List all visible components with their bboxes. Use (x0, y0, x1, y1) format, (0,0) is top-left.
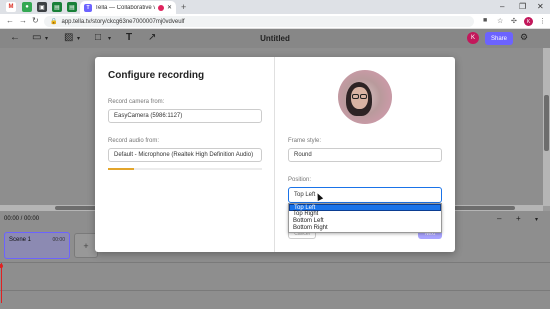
audio-select[interactable]: Default - Microphone (Realtek High Defin… (108, 148, 262, 162)
url-field[interactable]: 🔒 app.tella.tv/story/ckcg63ne7000007mj0v… (44, 16, 474, 27)
camera-extension-icon[interactable]: ■ (483, 17, 487, 24)
scene-card[interactable]: Scene 1 00:00 (4, 232, 70, 259)
frame-style-select[interactable]: Round (288, 148, 442, 162)
vertical-scroll-thumb[interactable] (544, 95, 549, 151)
star-icon[interactable]: ☆ (497, 17, 503, 25)
back-icon[interactable]: ← (6, 16, 14, 25)
user-avatar[interactable]: K (467, 32, 479, 44)
active-tab[interactable]: T Tella — Collaborative video ✕ (80, 1, 176, 14)
frame-style-label: Frame style: (288, 138, 322, 144)
position-option-top-left[interactable]: Top Left (289, 204, 441, 211)
puzzle-icon[interactable]: ✣ (511, 17, 517, 25)
app-toolbar: ← ▭ ▾ ▨ ▾ □ ▾ T ↗ Untitled K Share ⚙ (0, 29, 550, 48)
close-window-button[interactable]: ✕ (537, 2, 544, 11)
menu-icon[interactable]: ⋮ (539, 17, 546, 25)
position-option-top-right[interactable]: Top Right (289, 211, 441, 218)
url-text: app.tella.tv/story/ckcg63ne7000007mj0vdv… (61, 18, 185, 25)
bookmark-icon[interactable]: ▣ (37, 2, 47, 12)
scene-duration: 00:00 (52, 237, 65, 243)
position-dropdown-list: Top Left Top Right Bottom Left Bottom Ri… (288, 203, 442, 233)
sheets-icon-2[interactable]: ▤ (67, 2, 77, 12)
sheets-icon[interactable]: ▤ (52, 2, 62, 12)
green-app-icon[interactable]: ● (22, 2, 32, 12)
gear-icon[interactable]: ⚙ (520, 32, 528, 43)
position-label: Position: (288, 177, 312, 183)
zoom-in-button[interactable]: + (516, 214, 521, 223)
scene-label: Scene 1 (9, 237, 32, 243)
audio-level-meter (108, 168, 134, 170)
track-divider (0, 262, 550, 263)
modal-title: Configure recording (108, 70, 205, 81)
playhead[interactable] (1, 263, 2, 303)
position-option-bottom-left[interactable]: Bottom Left (289, 218, 441, 225)
zoom-out-button[interactable]: – (497, 214, 501, 223)
tab-title: Tella — Collaborative video (95, 4, 155, 11)
audio-label: Record audio from: (108, 138, 160, 144)
camera-label: Record camera from: (108, 99, 165, 105)
new-tab-button[interactable]: + (181, 2, 186, 12)
recording-indicator-icon (157, 4, 164, 11)
timecode: 00:00 / 00:00 (4, 216, 40, 222)
minimize-button[interactable]: – (500, 2, 504, 11)
webcam-preview (338, 70, 392, 124)
reload-icon[interactable]: ↻ (32, 16, 39, 25)
camera-select[interactable]: EasyCamera (5986:1127) (108, 109, 262, 123)
chevron-down-icon[interactable]: ▾ (535, 216, 538, 223)
forward-icon[interactable]: → (19, 16, 27, 25)
cancel-button[interactable]: Cancel (288, 232, 316, 239)
next-button[interactable]: Next (418, 232, 442, 239)
address-bar-row: ← → ↻ 🔒 app.tella.tv/story/ckcg63ne70000… (0, 14, 550, 29)
lock-icon: 🔒 (50, 19, 58, 25)
position-option-bottom-right[interactable]: Bottom Right (289, 225, 441, 232)
track-divider (0, 290, 550, 291)
profile-avatar[interactable]: K (524, 17, 533, 26)
share-button[interactable]: Share (485, 32, 513, 45)
position-select[interactable]: Top Left (288, 187, 442, 203)
tella-icon: T (84, 3, 92, 12)
gmail-icon[interactable]: M (6, 2, 16, 12)
modal-divider (274, 57, 275, 252)
browser-tab-bar: M ● ▣ ▤ ▤ T Tella — Collaborative video … (0, 0, 550, 14)
close-tab-icon[interactable]: ✕ (167, 4, 172, 11)
maximize-button[interactable]: ❐ (519, 2, 526, 11)
